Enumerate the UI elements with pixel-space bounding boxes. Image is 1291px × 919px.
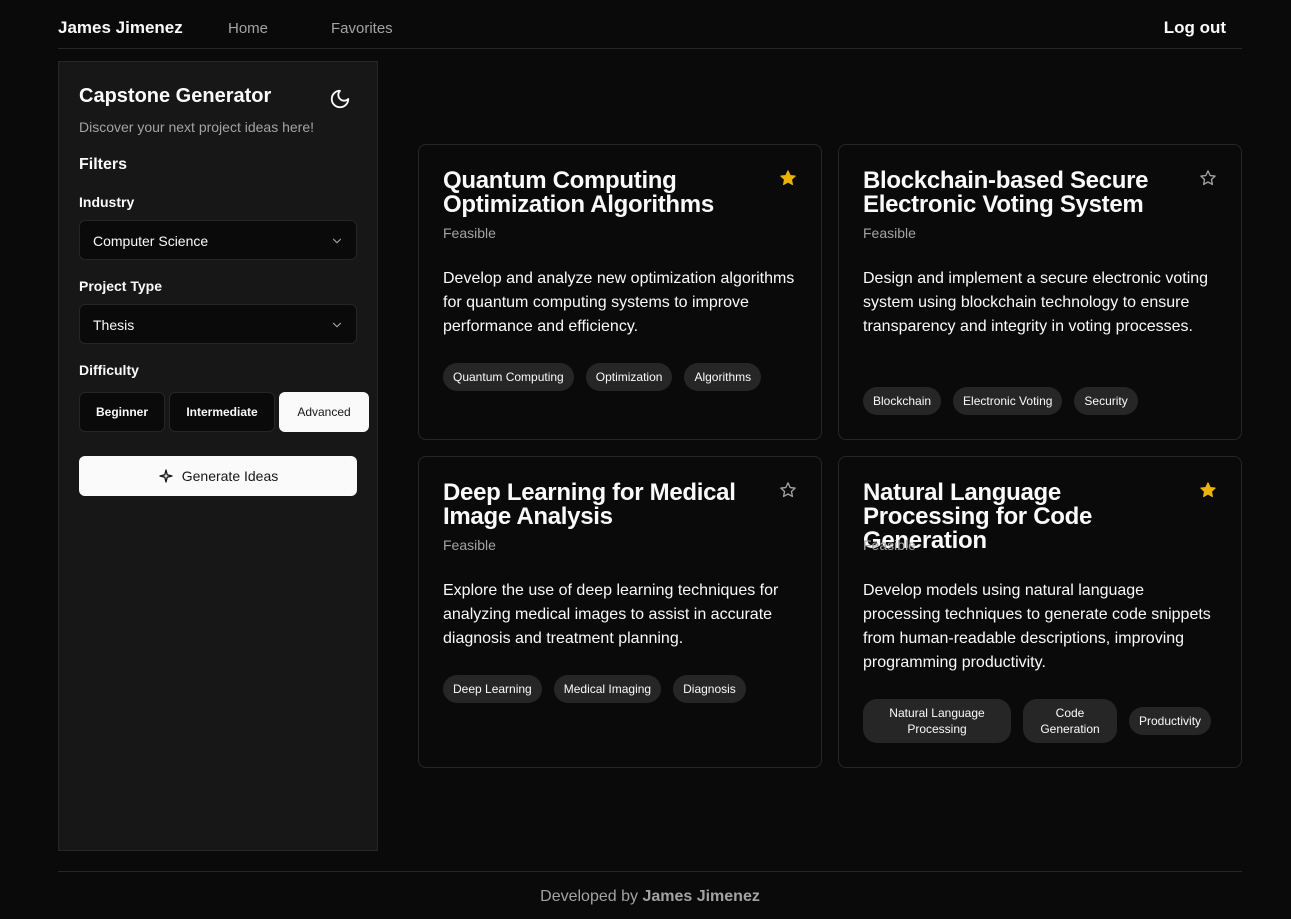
tag: Diagnosis [673,675,746,703]
feasibility-status: Feasible [443,537,496,553]
star-outline-icon[interactable] [779,481,797,499]
star-filled-icon[interactable] [1199,481,1217,499]
card-title: Blockchain-based Secure Electronic Votin… [863,167,1149,218]
filters-heading: Filters [79,156,128,173]
project-type-label: Project Type [79,278,162,294]
moon-icon [330,89,350,109]
tag: Productivity [1129,707,1212,735]
nav-home-link[interactable]: Home [228,20,268,37]
top-nav: James Jimenez Home Favorites Log out [58,0,1242,49]
project-card: Quantum Computing Optimization Algorithm… [418,144,822,440]
card-title: Quantum Computing Optimization Algorithm… [443,167,714,218]
footer: Developed by James Jimenez [58,871,1242,919]
card-title: Deep Learning for Medical Image Analysis [443,479,736,530]
feasibility-status: Feasible [863,537,916,553]
footer-prefix: Developed by [540,888,638,905]
tag: Optimization [585,363,673,391]
theme-toggle-button[interactable] [329,88,351,110]
nav-favorites-link[interactable]: Favorites [331,20,393,37]
tag: Quantum Computing [443,363,574,391]
card-description: Develop and analyze new optimization alg… [443,270,795,335]
tag: Algorithms [684,363,762,391]
star-filled-icon[interactable] [779,169,797,187]
brand-name[interactable]: James Jimenez [58,18,183,38]
difficulty-beginner-button[interactable]: Beginner [79,392,165,432]
industry-select[interactable]: Computer Science [79,220,357,260]
project-type-select-value: Thesis [93,317,135,333]
footer-author: James Jimenez [642,888,760,905]
tag: Medical Imaging [553,675,662,703]
tag-list: Blockchain Electronic Voting Security [863,387,1138,415]
generate-ideas-label: Generate Ideas [181,468,279,484]
tag: Blockchain [863,387,942,415]
feasibility-status: Feasible [863,225,916,241]
industry-select-value: Computer Science [93,233,209,249]
sidebar-subtitle: Discover your next project ideas here! [79,119,314,135]
project-card: Natural Language Processing for Code Gen… [838,456,1242,768]
tag: Natural Language Processing [863,699,1011,743]
star-outline-icon[interactable] [1199,169,1217,187]
card-description: Develop models using natural language pr… [863,582,1211,671]
tag-list: Natural Language Processing Code Generat… [863,699,1212,743]
difficulty-intermediate-button[interactable]: Intermediate [169,392,275,432]
project-type-select[interactable]: Thesis [79,304,357,344]
chevron-down-icon [332,322,342,328]
chevron-down-icon [332,238,342,244]
difficulty-label: Difficulty [79,362,139,378]
tag-list: Deep Learning Medical Imaging Diagnosis [443,675,746,703]
tag: Electronic Voting [953,387,1063,415]
tag-list: Quantum Computing Optimization Algorithm… [443,363,762,391]
card-description: Design and implement a secure electronic… [863,270,1209,335]
sparkle-icon [159,469,173,483]
sidebar-title: Capstone Generator [79,85,272,107]
tag: Deep Learning [443,675,542,703]
card-description: Explore the use of deep learning techniq… [443,582,779,647]
industry-label: Industry [79,194,135,210]
project-card: Blockchain-based Secure Electronic Votin… [838,144,1242,440]
project-card: Deep Learning for Medical Image Analysis… [418,456,822,768]
generate-ideas-button[interactable]: Generate Ideas [79,456,357,496]
feasibility-status: Feasible [443,225,496,241]
footer-credit: Developed by James Jimenez [58,888,1242,906]
sidebar: Capstone Generator Discover your next pr… [58,61,378,851]
tag: Code Generation [1023,699,1117,743]
logout-button[interactable]: Log out [1164,18,1226,38]
tag: Security [1074,387,1138,415]
difficulty-advanced-button[interactable]: Advanced [279,392,369,432]
